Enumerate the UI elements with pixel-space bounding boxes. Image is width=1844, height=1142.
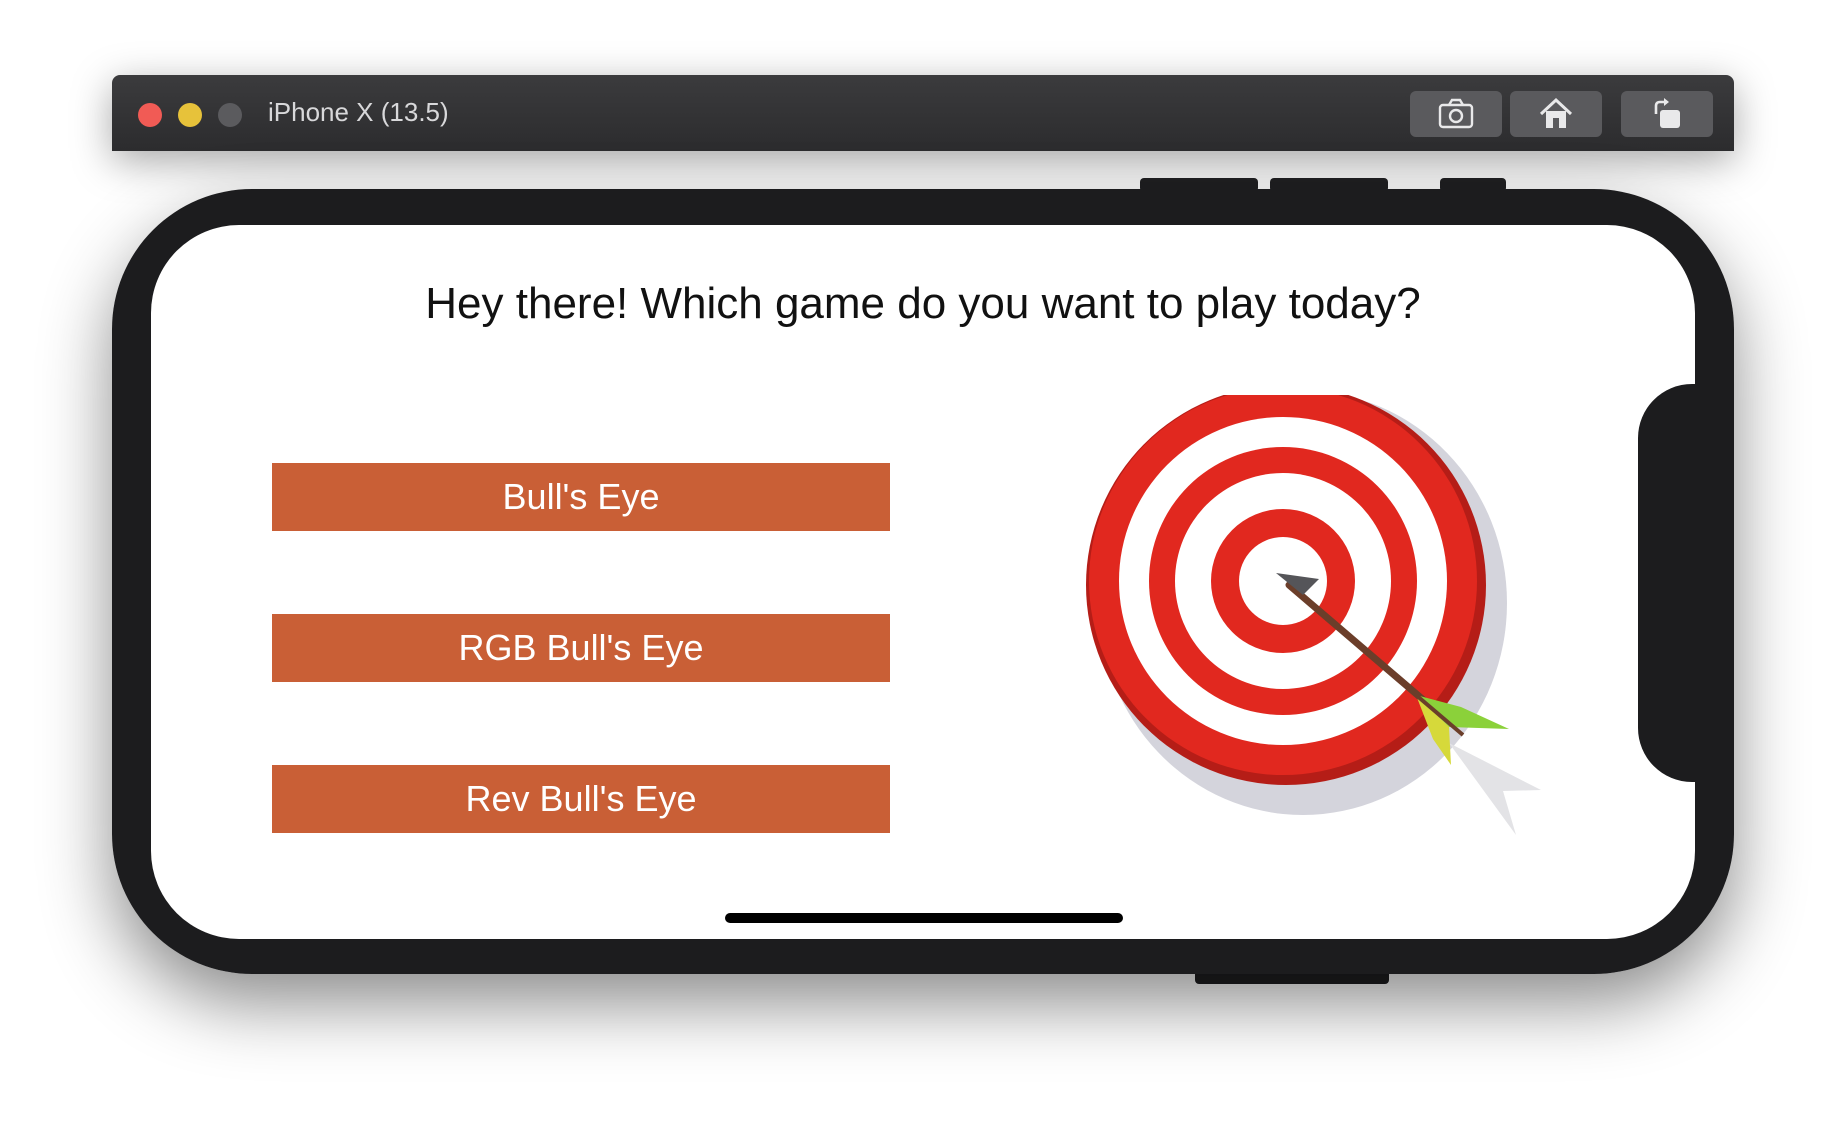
bulls-eye-button[interactable]: Bull's Eye xyxy=(272,463,890,531)
dartboard-target-with-arrow xyxy=(1086,395,1541,835)
home-icon xyxy=(1539,97,1573,128)
minimize-window-button[interactable] xyxy=(178,103,202,127)
window-title: iPhone X (13.5) xyxy=(268,97,449,127)
zoom-window-button[interactable] xyxy=(218,103,242,127)
rev-bulls-eye-button[interactable]: Rev Bull's Eye xyxy=(272,765,890,833)
close-window-button[interactable] xyxy=(138,103,162,127)
rotate-icon xyxy=(1654,98,1680,128)
home-button[interactable] xyxy=(1510,91,1602,137)
app-screen: Hey there! Which game do you want to pla… xyxy=(151,225,1695,939)
arrow-fletching-shadow xyxy=(1449,743,1541,835)
rotate-button[interactable] xyxy=(1621,91,1713,137)
simulator-title-bar: iPhone X (13.5) xyxy=(112,75,1734,151)
sensor-housing-notch xyxy=(1638,384,1698,782)
screenshot-button[interactable] xyxy=(1410,91,1502,137)
rgb-bulls-eye-button[interactable]: RGB Bull's Eye xyxy=(272,614,890,682)
screenshot-icon xyxy=(1438,98,1474,129)
home-indicator[interactable] xyxy=(725,913,1123,923)
game-prompt: Hey there! Which game do you want to pla… xyxy=(425,279,1421,328)
